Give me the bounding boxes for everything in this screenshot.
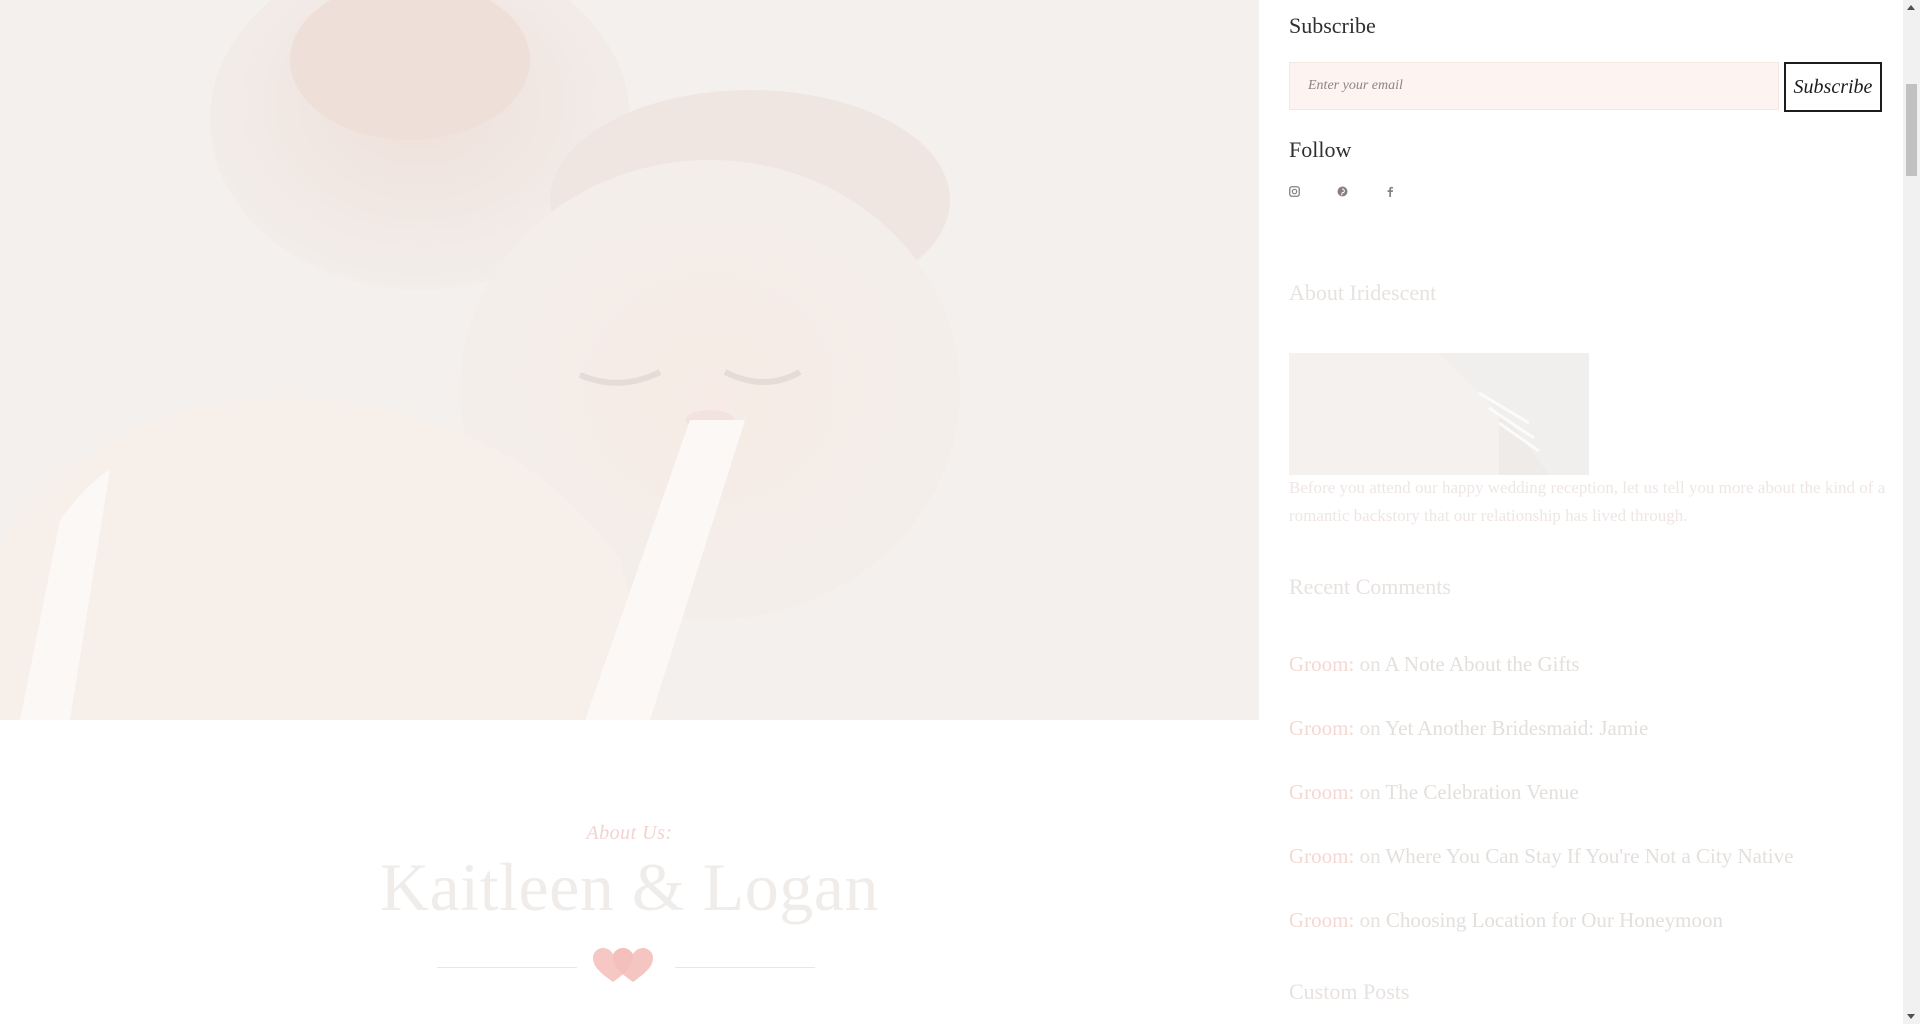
- facebook-icon[interactable]: [1380, 181, 1400, 201]
- comment-author[interactable]: Groom:: [1289, 652, 1354, 676]
- divider-line-left: [437, 967, 577, 968]
- subscribe-button[interactable]: Subscribe: [1784, 62, 1882, 112]
- scroll-up-arrow-icon[interactable]: [1907, 5, 1915, 10]
- comment-author[interactable]: Groom:: [1289, 908, 1354, 932]
- divider-line-right: [675, 967, 815, 968]
- page-scrollbar[interactable]: [1903, 0, 1920, 1024]
- comment-joiner: on: [1359, 908, 1381, 932]
- comment-author[interactable]: Groom:: [1289, 780, 1354, 804]
- about-widget-title: About Iridescent: [1289, 280, 1437, 305]
- comment-joiner: on: [1359, 716, 1381, 740]
- recent-comment-item: Groom: on Yet Another Bridesmaid: Jamie: [1289, 716, 1648, 741]
- sidebar: Subscribe Subscribe Follow About Iridesc…: [1288, 0, 1905, 1024]
- scroll-down-arrow-icon[interactable]: [1907, 1014, 1915, 1019]
- comment-post-link[interactable]: Where You Can Stay If You're Not a City …: [1385, 844, 1793, 868]
- recent-comment-item: Groom: on A Note About the Gifts: [1289, 652, 1580, 677]
- hero-photo: [0, 0, 1259, 720]
- comment-post-link[interactable]: A Note About the Gifts: [1385, 652, 1580, 676]
- comment-author[interactable]: Groom:: [1289, 844, 1354, 868]
- comment-joiner: on: [1359, 652, 1381, 676]
- comment-joiner: on: [1359, 780, 1381, 804]
- comment-post-link[interactable]: Yet Another Bridesmaid: Jamie: [1385, 716, 1648, 740]
- recent-comment-item: Groom: on Choosing Location for Our Hone…: [1289, 908, 1723, 933]
- scrollbar-thumb[interactable]: [1906, 84, 1917, 176]
- about-description: Before you attend our happy wedding rece…: [1289, 478, 1886, 525]
- email-field[interactable]: [1289, 62, 1779, 110]
- recent-comment-item: Groom: on The Celebration Venue: [1289, 780, 1579, 805]
- about-image: [1289, 353, 1589, 475]
- couple-photo-image: [0, 0, 1259, 720]
- comment-post-link[interactable]: Choosing Location for Our Honeymoon: [1386, 908, 1723, 932]
- comment-post-link[interactable]: The Celebration Venue: [1385, 780, 1578, 804]
- instagram-icon[interactable]: [1284, 181, 1304, 201]
- subscribe-widget-title: Subscribe: [1289, 13, 1376, 38]
- couple-names-heading: Kaitleen & Logan: [380, 849, 879, 925]
- recent-comments-title: Recent Comments: [1289, 574, 1451, 599]
- hearts-icon: [593, 948, 653, 982]
- comment-joiner: on: [1359, 844, 1381, 868]
- custom-posts-title: Custom Posts: [1289, 979, 1410, 1004]
- about-kicker: About Us:: [586, 822, 673, 844]
- pinterest-icon[interactable]: [1332, 181, 1352, 201]
- comment-author[interactable]: Groom:: [1289, 716, 1354, 740]
- recent-comment-item: Groom: on Where You Can Stay If You're N…: [1289, 844, 1793, 869]
- follow-widget-title: Follow: [1289, 137, 1352, 162]
